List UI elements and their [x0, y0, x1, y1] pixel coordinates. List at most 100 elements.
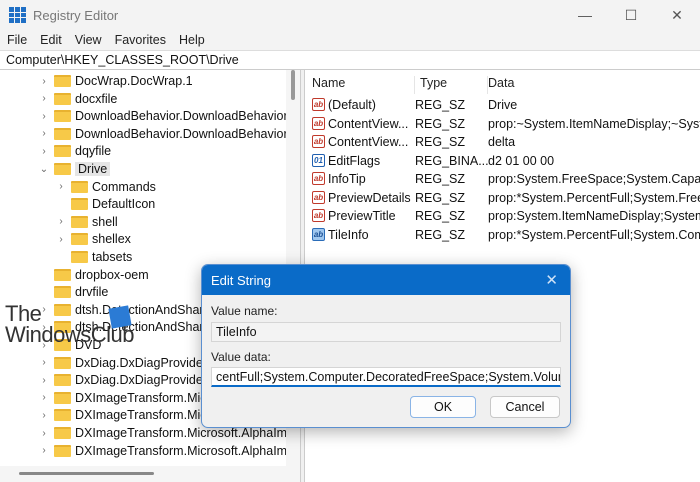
string-value-icon: ab — [312, 98, 325, 111]
tree-item-label: DXImageTransform.Micro — [75, 408, 218, 423]
tree-item-label: Drive — [75, 162, 111, 176]
minimize-button[interactable]: — — [562, 0, 608, 30]
tree-item-label: shell — [92, 214, 118, 229]
title-bar: Registry Editor — ☐ ✕ — [0, 0, 700, 30]
menu-file[interactable]: File — [7, 33, 27, 47]
tree-item-label: Commands — [92, 179, 156, 194]
tree-item[interactable]: › DownloadBehavior.DownloadBehavior.1 — [38, 125, 297, 143]
cancel-button[interactable]: Cancel — [490, 396, 560, 418]
value-type: REG_BINA... — [415, 153, 489, 168]
folder-icon — [54, 127, 71, 140]
tree-item-label: DXImageTransform.Microsoft.AlphaImag — [75, 443, 300, 458]
folder-icon — [54, 145, 71, 158]
value-type: REG_SZ — [415, 227, 466, 242]
tree-item[interactable]: › DownloadBehavior.DownloadBehavior — [38, 107, 287, 125]
tree-item[interactable]: › DXImageTransform.Micro — [38, 389, 217, 407]
value-row[interactable]: ab ContentView... REG_SZ prop:~System.ItemN… — [305, 115, 700, 133]
tree-item[interactable]: › docxfile — [38, 90, 117, 108]
folder-icon — [54, 268, 71, 281]
chevron-right-icon[interactable]: › — [38, 93, 50, 104]
value-row[interactable]: ab TileInfo REG_SZ prop:*System.PercentFull… — [305, 226, 700, 244]
value-name: PreviewDetails — [328, 190, 411, 205]
chevron-right-icon[interactable]: › — [55, 216, 67, 227]
tree-item[interactable]: › DXImageTransform.Microsoft.AlphaImag — [38, 442, 300, 460]
value-row[interactable]: ab InfoTip REG_SZ prop:System.FreeSpace;Sys… — [305, 170, 700, 188]
chevron-down-icon[interactable]: ⌄ — [38, 164, 50, 175]
tree-item-label: DefaultIcon — [92, 197, 156, 212]
maximize-button[interactable]: ☐ — [608, 0, 654, 30]
chevron-right-icon[interactable]: › — [38, 392, 50, 403]
column-header-name[interactable]: Name — [312, 76, 415, 94]
chevron-right-icon[interactable]: › — [38, 146, 50, 157]
tree-item[interactable]: › dqyfile — [38, 142, 111, 160]
value-name: TileInfo — [328, 227, 369, 242]
chevron-right-icon[interactable]: › — [55, 234, 67, 245]
menu-edit[interactable]: Edit — [40, 33, 62, 47]
value-data: prop:System.FreeSpace;System.Capacity — [488, 172, 700, 186]
chevron-right-icon[interactable]: › — [38, 410, 50, 421]
value-data: prop:~System.ItemNameDisplay;~System — [488, 116, 700, 131]
dialog-close-icon[interactable]: ✕ — [545, 271, 558, 289]
chevron-right-icon[interactable]: › — [38, 128, 50, 139]
tree-item[interactable]: › shell — [55, 213, 118, 231]
tree-item[interactable]: ⌄ Drive — [38, 160, 111, 178]
tree-item[interactable]: DefaultIcon — [55, 195, 155, 213]
string-value-icon: ab — [312, 209, 325, 222]
value-row[interactable]: ab (Default) REG_SZ Drive — [305, 96, 700, 114]
tree-item[interactable]: › DxDiag.DxDiagProvider — [38, 354, 207, 372]
chevron-right-icon[interactable]: › — [38, 375, 50, 386]
value-name: (Default) — [328, 98, 376, 112]
folder-icon — [54, 286, 71, 299]
registry-app-icon — [9, 7, 26, 23]
value-name: ContentView... — [328, 135, 409, 149]
tree-item[interactable]: › Commands — [55, 178, 156, 196]
column-header-type[interactable]: Type — [415, 76, 488, 94]
tree-item[interactable]: drvfile — [38, 283, 108, 301]
tree-item-label: DxDiag.DxDiagProvider.1 — [75, 373, 217, 388]
value-type: REG_SZ — [415, 172, 466, 186]
tree-item-label: dqyfile — [75, 144, 112, 159]
chevron-right-icon[interactable]: › — [38, 111, 50, 122]
tree-horizontal-scrollbar[interactable] — [0, 466, 300, 482]
menu-view[interactable]: View — [75, 33, 102, 47]
value-row[interactable]: ab ContentView... REG_SZ delta — [305, 133, 700, 151]
menu-favorites[interactable]: Favorites — [115, 33, 166, 47]
edit-string-dialog: Edit String ✕ Value name: TileInfo Value… — [201, 264, 571, 428]
tree-item[interactable]: › DxDiag.DxDiagProvider.1 — [38, 371, 217, 389]
tree-item[interactable]: › shellex — [55, 230, 131, 248]
tree-item-label: shellex — [92, 232, 131, 247]
close-button[interactable]: ✕ — [654, 0, 700, 30]
value-row[interactable]: ab PreviewTitle REG_SZ prop:System.ItemName… — [305, 207, 700, 225]
tree-item[interactable]: › DocWrap.DocWrap.1 — [38, 72, 193, 90]
chevron-right-icon[interactable]: › — [55, 181, 67, 192]
tree-item[interactable]: tabsets — [55, 248, 132, 266]
menu-help[interactable]: Help — [179, 33, 205, 47]
value-name-field[interactable]: TileInfo — [211, 322, 561, 342]
tree-item-label: tabsets — [92, 250, 133, 264]
string-value-icon: ab — [312, 116, 325, 130]
chevron-right-icon[interactable]: › — [38, 445, 50, 456]
address-bar[interactable]: Computer\HKEY_CLASSES_ROOT\Drive — [0, 50, 700, 70]
folder-icon — [54, 92, 71, 105]
value-row[interactable]: ab PreviewDetails REG_SZ prop:*System.Perce… — [305, 189, 700, 207]
value-name: EditFlags — [328, 153, 381, 168]
value-name: ContentView... — [328, 116, 409, 131]
column-header-data[interactable]: Data — [488, 76, 514, 94]
value-name-label: Value name: — [211, 304, 278, 318]
chevron-right-icon[interactable]: › — [38, 357, 50, 368]
ok-button[interactable]: OK — [410, 396, 476, 418]
value-data-field[interactable]: centFull;System.Computer.DecoratedFreeSp… — [211, 367, 561, 387]
value-type: REG_SZ — [415, 98, 466, 112]
chevron-right-icon[interactable]: › — [38, 428, 50, 439]
folder-icon — [71, 215, 88, 228]
tree-item[interactable]: › DXImageTransform.Micro — [38, 406, 218, 424]
tree-item-label: dropbox-oem — [75, 267, 149, 282]
chevron-right-icon[interactable]: › — [38, 76, 50, 87]
tree-item-label: DocWrap.DocWrap.1 — [75, 74, 193, 88]
value-data-label: Value data: — [211, 350, 271, 364]
value-type: REG_SZ — [415, 135, 466, 149]
window-title: Registry Editor — [33, 7, 119, 23]
tree-item[interactable]: dropbox-oem — [38, 266, 149, 284]
value-row[interactable]: 01 EditFlags REG_BINA... d2 01 00 00 — [305, 152, 700, 170]
value-name: InfoTip — [328, 172, 366, 186]
